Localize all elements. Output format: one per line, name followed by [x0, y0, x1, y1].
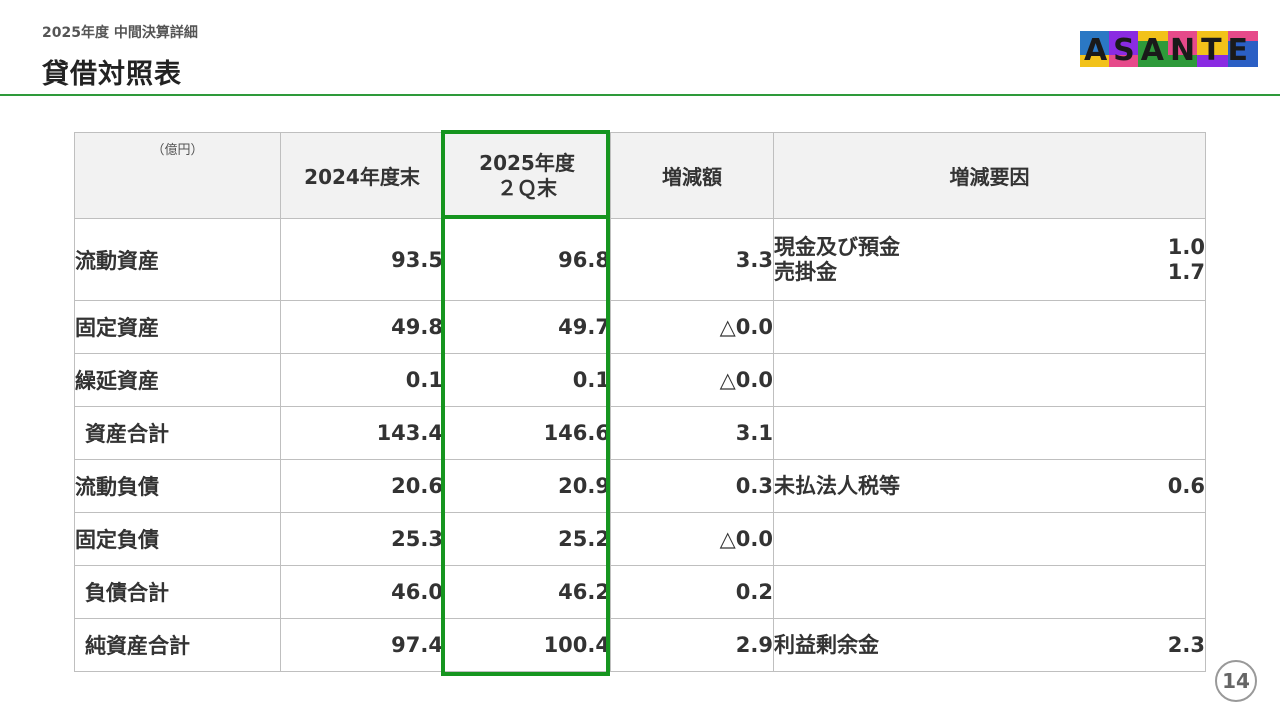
reason-value: 1.7 [1167, 259, 1205, 284]
table-row: 純資産合計 97.4 100.4 2.9 利益剰余金 2.3 [74, 618, 1206, 672]
diff-value: 0.3 [610, 459, 774, 513]
reason-cell [773, 353, 1206, 407]
diff-value: 3.1 [610, 406, 774, 460]
prev-value: 97.4 [280, 618, 444, 672]
reason-value: 2.3 [1167, 632, 1205, 657]
current-value: 100.4 [443, 618, 611, 672]
table-row: 流動負債 20.6 20.9 0.3 未払法人税等 0.6 [74, 459, 1206, 513]
asante-logo: ASANTE [1080, 31, 1258, 67]
current-value: 25.2 [443, 512, 611, 566]
page-title: 貸借対照表 [42, 59, 182, 90]
table-header-row: （億円） 2024年度末 2025年度 ２Ｑ末 増減額 増減要因 [74, 132, 1206, 219]
row-label: 流動資産 [74, 218, 281, 301]
reason-value: 1.0 [1167, 234, 1205, 259]
col-header-reason: 増減要因 [773, 132, 1206, 219]
diff-value: 2.9 [610, 618, 774, 672]
reason-cell [773, 565, 1206, 619]
reason-text: 未払法人税等 [774, 473, 900, 498]
col-header-diff: 増減額 [610, 132, 774, 219]
prev-value: 143.4 [280, 406, 444, 460]
table-row: 負債合計 46.0 46.2 0.2 [74, 565, 1206, 619]
diff-value: △0.0 [610, 512, 774, 566]
reason-cell [773, 300, 1206, 354]
reason-text: 利益剰余金 [774, 632, 879, 657]
unit-header: （億円） [74, 132, 281, 219]
reason-item: 売掛金 1.7 [774, 260, 1205, 285]
row-label: 純資産合計 [74, 618, 281, 672]
row-label: 固定負債 [74, 512, 281, 566]
current-value: 46.2 [443, 565, 611, 619]
table-row: 資産合計 143.4 146.6 3.1 [74, 406, 1206, 460]
current-value: 0.1 [443, 353, 611, 407]
reason-text: 現金及び預金 [774, 234, 900, 259]
diff-value: 3.3 [610, 218, 774, 301]
reason-cell: 現金及び預金 1.0 売掛金 1.7 [773, 218, 1206, 301]
row-label: 資産合計 [74, 406, 281, 460]
prev-value: 49.8 [280, 300, 444, 354]
current-value: 96.8 [443, 218, 611, 301]
reason-cell: 利益剰余金 2.3 [773, 618, 1206, 672]
current-value: 49.7 [443, 300, 611, 354]
col-header-prev: 2024年度末 [280, 132, 444, 219]
col-header-current: 2025年度 ２Ｑ末 [443, 132, 611, 219]
reason-item: 現金及び預金 1.0 [774, 235, 1205, 260]
table-row: 流動資産 93.5 96.8 3.3 現金及び預金 1.0 売掛金 1.7 [74, 218, 1206, 301]
table-row: 固定負債 25.3 25.2 △0.0 [74, 512, 1206, 566]
col-header-current-line1: 2025年度 [479, 150, 575, 175]
row-label: 繰延資産 [74, 353, 281, 407]
diff-value: △0.0 [610, 300, 774, 354]
current-value: 20.9 [443, 459, 611, 513]
unit-label: （億円） [151, 143, 204, 158]
reason-cell: 未払法人税等 0.6 [773, 459, 1206, 513]
current-value: 146.6 [443, 406, 611, 460]
header-divider [0, 94, 1280, 96]
svg-text:ASANTE: ASANTE [1084, 33, 1254, 67]
table-row: 固定資産 49.8 49.7 △0.0 [74, 300, 1206, 354]
prev-value: 25.3 [280, 512, 444, 566]
prev-value: 0.1 [280, 353, 444, 407]
prev-value: 46.0 [280, 565, 444, 619]
diff-value: 0.2 [610, 565, 774, 619]
prev-value: 20.6 [280, 459, 444, 513]
reason-text: 売掛金 [774, 259, 837, 284]
row-label: 流動負債 [74, 459, 281, 513]
row-label: 固定資産 [74, 300, 281, 354]
prev-value: 93.5 [280, 218, 444, 301]
page-subtitle: 2025年度 中間決算詳細 [42, 25, 198, 41]
reason-value: 0.6 [1167, 473, 1205, 498]
reason-cell [773, 406, 1206, 460]
reason-item: 利益剰余金 2.3 [774, 633, 1205, 658]
balance-sheet-table: （億円） 2024年度末 2025年度 ２Ｑ末 増減額 増減要因 流動資産 93… [74, 132, 1206, 672]
page-number: 14 [1215, 660, 1257, 702]
col-header-current-line2: ２Ｑ末 [497, 175, 557, 200]
reason-item: 未払法人税等 0.6 [774, 474, 1205, 499]
table-row: 繰延資産 0.1 0.1 △0.0 [74, 353, 1206, 407]
diff-value: △0.0 [610, 353, 774, 407]
reason-cell [773, 512, 1206, 566]
row-label: 負債合計 [74, 565, 281, 619]
